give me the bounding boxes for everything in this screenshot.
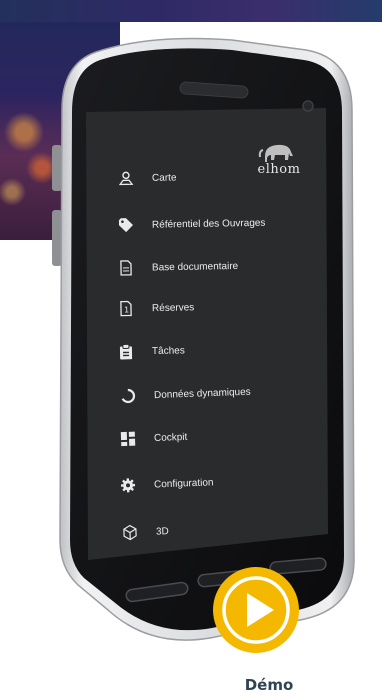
app-screen: elhom Carte Référentiel des Ouvrages Bas… [0, 0, 382, 700]
menu-item-configuration[interactable]: Configuration [120, 474, 214, 493]
document-icon [118, 260, 134, 276]
menu-item-taches[interactable]: Tâches [118, 342, 185, 360]
gear-icon [120, 477, 137, 494]
menu-item-label: Configuration [153, 476, 214, 490]
menu-item-donnees-dynamiques[interactable]: Données dynamiques [120, 384, 251, 405]
menu-item-label: Référentiel des Ouvrages [151, 217, 266, 231]
svg-text:1: 1 [124, 305, 129, 314]
elhom-logo: elhom [255, 142, 303, 178]
menu-item-label: Tâches [151, 344, 185, 357]
menu-item-base-documentaire[interactable]: Base documentaire [118, 258, 238, 276]
promo-stage: elhom Carte Référentiel des Ouvrages Bas… [0, 0, 382, 700]
logo-text: elhom [257, 162, 301, 177]
clipboard-icon [118, 343, 134, 360]
tag-icon [118, 217, 134, 233]
menu-item-label: Carte [151, 171, 177, 184]
play-icon [213, 567, 299, 653]
cube-icon [122, 524, 139, 541]
menu-item-cockpit[interactable]: Cockpit [120, 429, 188, 447]
demo-label[interactable]: Démo [224, 676, 314, 694]
menu-item-label: 3D [155, 525, 169, 538]
circle-sync-icon [120, 388, 137, 405]
menu-item-label: Base documentaire [151, 260, 239, 273]
demo-play-button[interactable] [212, 566, 300, 654]
menu-item-carte[interactable]: Carte [118, 169, 177, 186]
reserve-doc-icon: 1 [118, 300, 134, 317]
menu-item-label: Données dynamiques [153, 386, 251, 401]
map-pin-icon [118, 170, 134, 186]
menu-item-referentiel[interactable]: Référentiel des Ouvrages [118, 215, 266, 234]
dashboard-icon [120, 431, 137, 448]
menu-item-label: Réserves [151, 301, 195, 314]
menu-item-3d[interactable]: 3D [122, 523, 169, 541]
elephant-icon [258, 144, 293, 162]
menu-item-reserves[interactable]: 1 Réserves [118, 299, 195, 317]
menu-item-label: Cockpit [153, 431, 188, 444]
